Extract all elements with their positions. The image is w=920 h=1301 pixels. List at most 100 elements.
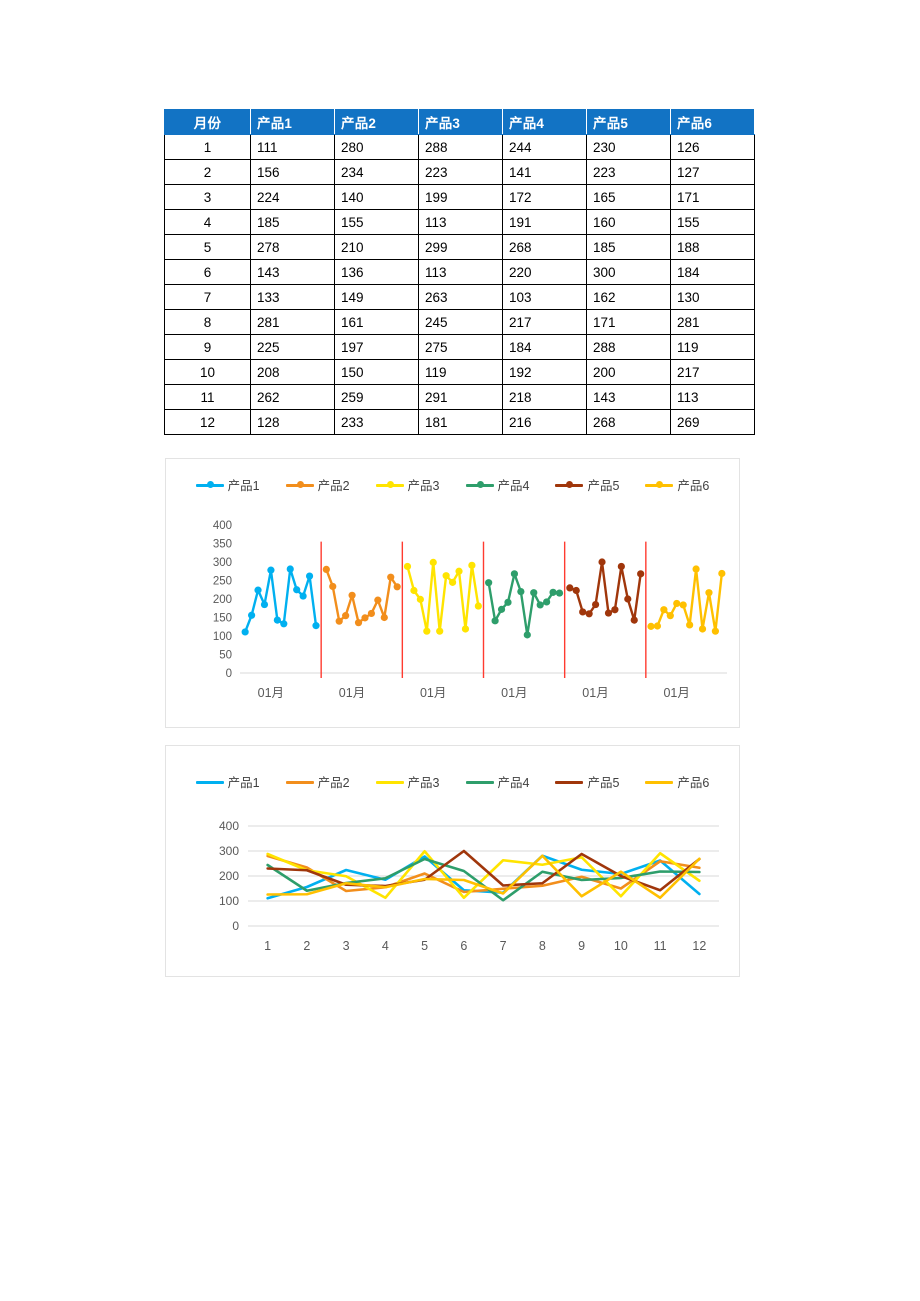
data-point-marker: [491, 617, 499, 625]
data-point-marker: [299, 592, 307, 600]
cell-product-3: 291: [418, 384, 503, 410]
data-point-marker: [374, 596, 382, 604]
data-point-marker: [572, 586, 580, 595]
cell-month: 8: [164, 309, 251, 335]
panel-chart-plot: 0 50 100 150 200 250 300 350 400 01月 01月 01月 01月 01月 0…: [166, 459, 741, 734]
cell-product-5: 200: [586, 359, 671, 385]
cell-product-2: 161: [334, 309, 419, 335]
cell-product-4: 184: [502, 334, 587, 360]
data-point-marker: [354, 619, 363, 627]
cell-month: 2: [164, 159, 251, 185]
data-point-marker: [248, 611, 256, 619]
data-point-marker: [474, 602, 482, 610]
data-point-marker: [280, 620, 288, 628]
data-point-marker: [335, 617, 343, 625]
cell-product-5: 160: [586, 209, 671, 235]
data-point-marker: [455, 567, 463, 575]
column-header-6: 产品6: [670, 109, 755, 135]
x-tick-label: 1: [264, 939, 271, 953]
cell-product-1: 278: [250, 234, 335, 260]
table-row: 7 133 149 263 103 162 130: [164, 284, 755, 310]
data-point-marker: [387, 573, 395, 581]
cell-product-4: 172: [502, 184, 587, 210]
data-point-marker: [241, 628, 249, 636]
column-header-5: 产品5: [586, 109, 671, 135]
data-point-marker: [523, 631, 531, 639]
x-tick-label: 2: [303, 939, 310, 953]
table-row: 2 156 234 223 141 223 127: [164, 159, 755, 185]
cell-product-2: 234: [334, 159, 419, 185]
x-tick-label: 01月: [339, 686, 365, 700]
data-point-marker: [342, 612, 350, 620]
y-tick-label: 0: [232, 919, 239, 933]
cell-product-3: 288: [418, 134, 503, 160]
cell-product-5: 268: [586, 409, 671, 435]
table-row: 9 225 197 275 184 288 119: [164, 334, 755, 360]
data-point-marker: [461, 625, 470, 633]
x-tick-label: 9: [578, 939, 585, 953]
cell-product-4: 217: [502, 309, 587, 335]
cell-month: 4: [164, 209, 251, 235]
data-point-marker: [267, 566, 275, 574]
x-tick-label: 12: [692, 939, 706, 953]
data-point-marker: [686, 621, 694, 629]
data-point-marker: [485, 579, 493, 587]
data-point-marker: [591, 600, 600, 609]
data-point-marker: [617, 562, 625, 571]
data-point-marker: [403, 562, 412, 571]
cell-product-6: 184: [670, 259, 755, 285]
x-tick-label: 01月: [258, 686, 284, 700]
data-point-marker: [305, 572, 314, 580]
data-point-marker: [254, 586, 262, 594]
cell-product-1: 133: [250, 284, 335, 310]
cell-product-6: 155: [670, 209, 755, 235]
cell-product-4: 191: [502, 209, 587, 235]
table-body: 1 111 280 288 244 230 126 2 156 234 223 141 223 127 3 2…: [164, 134, 755, 435]
cell-product-6: 269: [670, 409, 755, 435]
table-header-row: 月份 产品1 产品2 产品3 产品4 产品5 产品6: [164, 109, 755, 135]
x-tick-label: 01月: [582, 686, 608, 700]
data-point-marker: [286, 565, 294, 573]
column-header-3: 产品3: [418, 109, 503, 135]
data-point-marker: [624, 595, 632, 603]
data-point-marker: [367, 609, 376, 618]
data-point-marker: [504, 598, 512, 606]
data-point-marker: [312, 622, 320, 630]
data-point-marker: [423, 627, 431, 635]
series-line-产品6: [649, 567, 724, 633]
cell-product-6: 126: [670, 134, 755, 160]
cell-product-6: 217: [670, 359, 755, 385]
cell-product-5: 165: [586, 184, 671, 210]
data-point-marker: [549, 588, 557, 596]
cell-product-5: 162: [586, 284, 671, 310]
data-point-marker: [293, 586, 301, 594]
data-point-marker: [705, 589, 713, 597]
cell-product-1: 208: [250, 359, 335, 385]
cell-month: 9: [164, 334, 251, 360]
data-point-marker: [579, 608, 587, 616]
data-point-marker: [260, 600, 269, 609]
cell-product-4: 244: [502, 134, 587, 160]
cell-product-1: 225: [250, 334, 335, 360]
cell-product-6: 281: [670, 309, 755, 335]
x-tick-label: 6: [460, 939, 467, 953]
x-tick-label: 10: [614, 939, 628, 953]
y-tick-label: 400: [213, 520, 232, 532]
cell-product-2: 233: [334, 409, 419, 435]
data-point-marker: [322, 565, 330, 573]
cell-product-1: 281: [250, 309, 335, 335]
data-point-marker: [273, 616, 281, 624]
cell-product-6: 188: [670, 234, 755, 260]
cell-product-1: 224: [250, 184, 335, 210]
cell-product-5: 223: [586, 159, 671, 185]
x-tick-label: 01月: [663, 686, 689, 700]
x-tick-label: 01月: [501, 686, 527, 700]
column-header-0: 月份: [164, 109, 251, 135]
x-tick-label: 8: [539, 939, 546, 953]
x-tick-label: 7: [500, 939, 507, 953]
y-tick-label: 400: [219, 819, 239, 833]
panel-chart-svg: 0 50 100 150 200 250 300 350 400 01月 01月 01月 01月 01月 0…: [213, 520, 727, 700]
cell-product-3: 113: [418, 259, 503, 285]
cell-product-3: 275: [418, 334, 503, 360]
data-point-marker: [442, 572, 450, 580]
